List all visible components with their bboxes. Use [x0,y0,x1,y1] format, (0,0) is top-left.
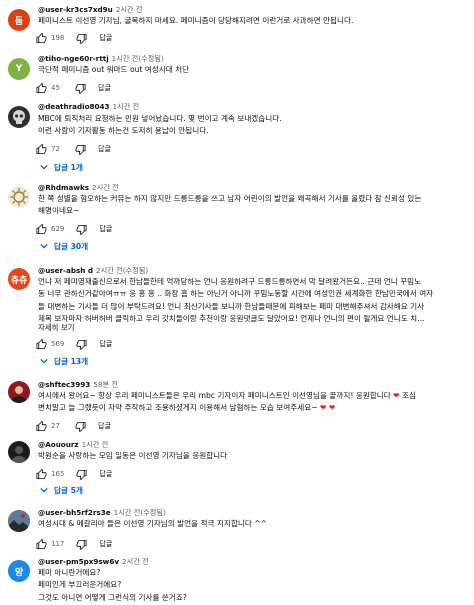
dislike-icon[interactable] [76,539,87,550]
comment-author[interactable]: @user-pm5px9sw6v [38,557,119,566]
dislike-icon[interactable] [76,224,87,235]
reply-button[interactable]: 답글 [99,539,112,549]
like-icon[interactable] [36,338,47,350]
silhouette-icon [11,446,27,463]
chevron-down-icon [40,243,48,249]
dislike-icon[interactable] [75,83,86,94]
avatar[interactable] [8,441,30,463]
avatar[interactable] [8,106,30,128]
landscape-icon [8,510,30,532]
heart-icon: ❤ [328,403,336,413]
reply-button[interactable]: 답글 [99,224,112,234]
comment-text: 여시에서 왔어요~ 항상 우리 페미니스트들은 우리 mbc 기자이자 페미니스… [38,391,416,413]
like-count: 165 [51,470,65,478]
comment-author[interactable]: @Aouourz [38,440,79,449]
read-more-link[interactable]: 자세히 보기 [38,322,75,333]
reply-button[interactable]: 답글 [98,144,111,154]
reply-button[interactable]: 답글 [98,421,111,431]
comment-text: 페미니스트 이선영 기자님, 굴복하지 마세요. 페미니즘이 당당해지려면 이런… [38,16,354,25]
like-icon[interactable] [36,32,47,44]
chevron-down-icon [40,164,48,170]
comment-time[interactable]: 1시간 전 [82,440,109,449]
like-icon[interactable] [36,468,47,480]
like-icon[interactable] [36,223,47,235]
comment-text: 여성시대 & 메갈리아 들은 이선영 기자님의 발언을 적극 지지합니다 ^^ [38,519,267,528]
comment-time[interactable]: 2시간 전 [116,5,143,14]
comment-time[interactable]: 1시간 전 [113,102,140,111]
view-replies-button[interactable]: 답글 13개 [34,353,94,369]
comment-text: 페미 아니란거에요? 페미인게 부끄러운거에요? 그것도 아니면 어떻게 그런식의 … [38,568,187,602]
comment-author[interactable]: @user-bh5rf2rs3e [38,508,111,517]
view-replies-button[interactable]: 답글 1개 [34,159,89,175]
dislike-icon[interactable] [76,33,87,44]
like-icon[interactable] [36,143,47,155]
avatar[interactable]: 듬 [8,9,30,31]
portrait-icon [11,386,27,403]
sun-emblem-icon [10,188,28,206]
avatar[interactable]: Y [8,58,30,80]
comment-time[interactable]: 1시간 전(수정됨) [112,54,164,63]
comment-author[interactable]: @user-kr3cs7xd9u [38,5,113,14]
comment-text: MBC에 퇴직처리 요청하는 민원 넣어놨습니다. 몇 번이고 계속 보내겠습니… [38,114,282,136]
like-count: 629 [51,225,65,233]
avatar[interactable] [8,381,30,403]
reply-button[interactable]: 답글 [98,83,111,93]
avatar[interactable] [8,186,30,208]
comment-text: 한 쪽 성별을 혐오하는 커뮤는 하지 않지만 드릉드릉을 쓰고 남자 어린이의… [38,194,422,216]
comment-time[interactable]: 2시간 전 [122,557,149,566]
comment-text: 극단적 페미니즘 out 워마드 out 여성시대 처단 [38,65,190,74]
chevron-down-icon [40,487,48,493]
dislike-icon[interactable] [75,144,86,155]
like-count: 45 [51,84,60,92]
comment-author[interactable]: @tiho-nge60r-rttj [38,54,109,63]
like-count: 198 [51,34,65,42]
comment-author[interactable]: @shftec3993 [38,380,90,389]
comment-text: 박원순을 사랑하는 모임 일동은 이선영 기자님을 응원합니다 [38,451,228,460]
avatar[interactable] [8,510,30,532]
heart-icon: ❤ [320,403,327,413]
skull-icon [13,110,25,124]
like-icon[interactable] [36,82,47,94]
like-count: 72 [51,145,60,153]
chevron-down-icon [40,358,48,364]
like-count: 117 [51,540,65,548]
reply-button[interactable]: 답글 [99,339,112,349]
comment-author[interactable]: @user-absh d [38,266,93,275]
comment-text: 언냐 저 페미영재출신으로서 한남들한테 억까당하는 언니 응원하려구 드릉드릉… [38,277,434,324]
comment-author[interactable]: @deathradio8043 [38,102,110,111]
comment-time[interactable]: 2시간 전(수정됨) [96,266,148,275]
comment-time[interactable]: 1시간 전(수정됨) [114,508,166,517]
like-count: 27 [51,422,60,430]
like-icon[interactable] [36,538,47,550]
dislike-icon[interactable] [76,339,87,350]
like-icon[interactable] [36,420,47,432]
avatar[interactable]: 츄츄 [8,268,30,290]
heart-icon: ❤ [393,391,400,400]
like-count: 569 [51,340,65,348]
comment-time[interactable]: 2시간 전 [92,183,119,192]
comment-time[interactable]: 58분 전 [93,380,118,389]
comment-author[interactable]: @Rhdmawks [38,183,89,192]
reply-button[interactable]: 답글 [99,33,112,43]
dislike-icon[interactable] [75,421,86,432]
view-replies-button[interactable]: 답글 30개 [34,238,94,254]
reply-button[interactable]: 답글 [99,469,112,479]
view-replies-button[interactable]: 답글 5개 [34,482,89,498]
dislike-icon[interactable] [76,469,87,480]
avatar[interactable]: 양 [8,560,30,582]
